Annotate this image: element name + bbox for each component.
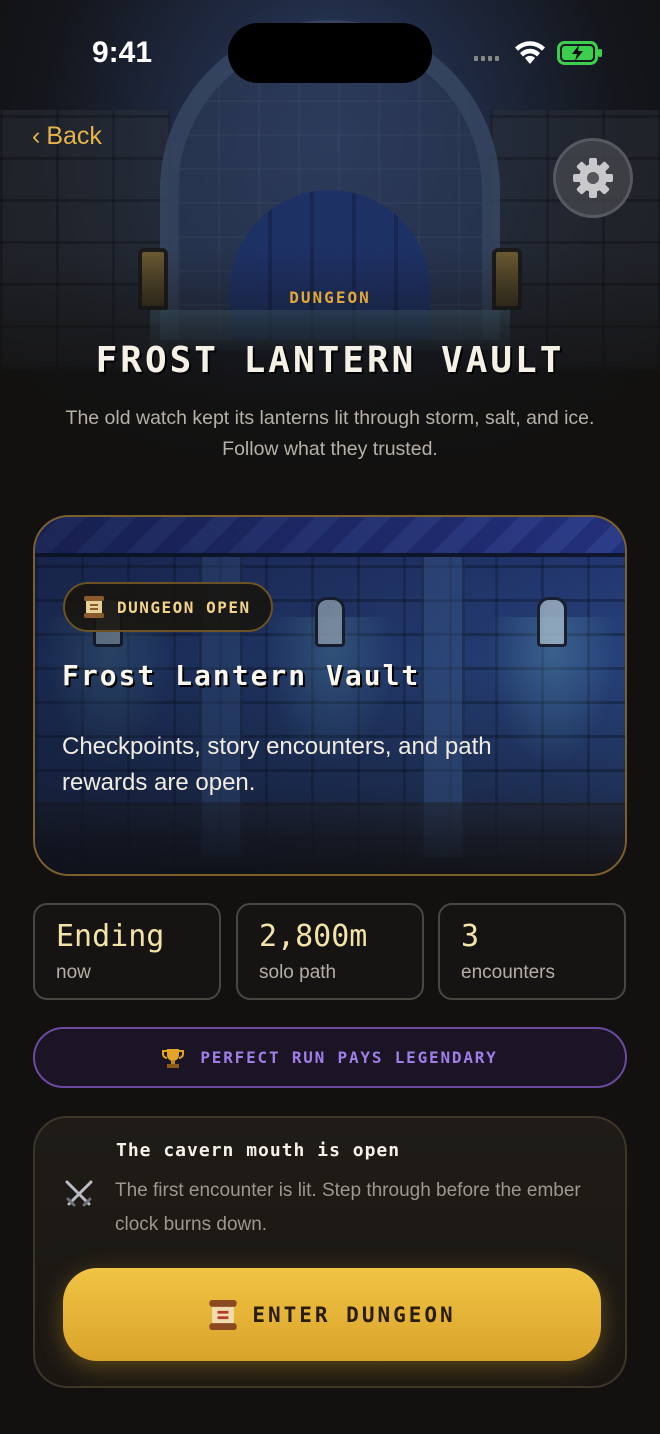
section-eyebrow: DUNGEON [289, 288, 371, 307]
dungeon-card[interactable]: DUNGEON OPEN Frost Lantern Vault Checkpo… [33, 515, 627, 876]
page-subtitle: The old watch kept its lanterns lit thro… [40, 403, 620, 465]
dynamic-island [228, 23, 432, 83]
encounter-panel: The cavern mouth is open The first encou… [33, 1116, 627, 1388]
dungeon-status-badge: DUNGEON OPEN [63, 582, 273, 632]
scroll-icon [84, 596, 104, 618]
back-label: Back [46, 122, 102, 150]
subtitle-line-2: Follow what they trusted. [222, 438, 438, 460]
stat-distance: 2,800m solo path [236, 903, 424, 1000]
perfect-run-label: PERFECT RUN PAYS LEGENDARY [200, 1048, 498, 1067]
back-button[interactable]: ‹ Back [32, 122, 102, 151]
stat-value: Ending [56, 919, 165, 954]
encounter-description: The first encounter is lit. Step through… [115, 1180, 581, 1235]
cellular-signal-icon [474, 56, 499, 61]
stat-value: 3 [461, 919, 480, 954]
status-time: 9:41 [92, 36, 153, 69]
subtitle-line-1: The old watch kept its lanterns lit thro… [65, 407, 595, 429]
stat-ending: Ending now [33, 903, 221, 1000]
card-description: Checkpoints, story encounters, and path … [62, 733, 492, 796]
enter-dungeon-button[interactable]: ENTER DUNGEON [63, 1268, 601, 1361]
stat-value: 2,800m [259, 919, 368, 954]
enter-dungeon-label: ENTER DUNGEON [252, 1302, 456, 1327]
trophy-icon [162, 1048, 185, 1068]
card-title: Frost Lantern Vault [62, 659, 421, 692]
encounter-title: The cavern mouth is open [116, 1140, 401, 1161]
card-shade [35, 517, 625, 874]
battery-charging-icon [557, 41, 602, 65]
scroll-icon [209, 1299, 237, 1330]
perfect-run-banner: PERFECT RUN PAYS LEGENDARY [33, 1027, 627, 1088]
chevron-left-icon: ‹ [32, 122, 41, 150]
page-title: FROST LANTERN VAULT [95, 340, 565, 381]
stat-label: solo path [259, 962, 337, 983]
wifi-icon [515, 41, 545, 64]
stat-label: now [56, 962, 91, 983]
stat-label: encounters [461, 962, 556, 983]
gear-icon [573, 158, 613, 198]
badge-label: DUNGEON OPEN [117, 597, 251, 617]
settings-button[interactable] [553, 138, 633, 218]
stat-encounters: 3 encounters [438, 903, 626, 1000]
crossed-swords-icon [65, 1180, 93, 1207]
